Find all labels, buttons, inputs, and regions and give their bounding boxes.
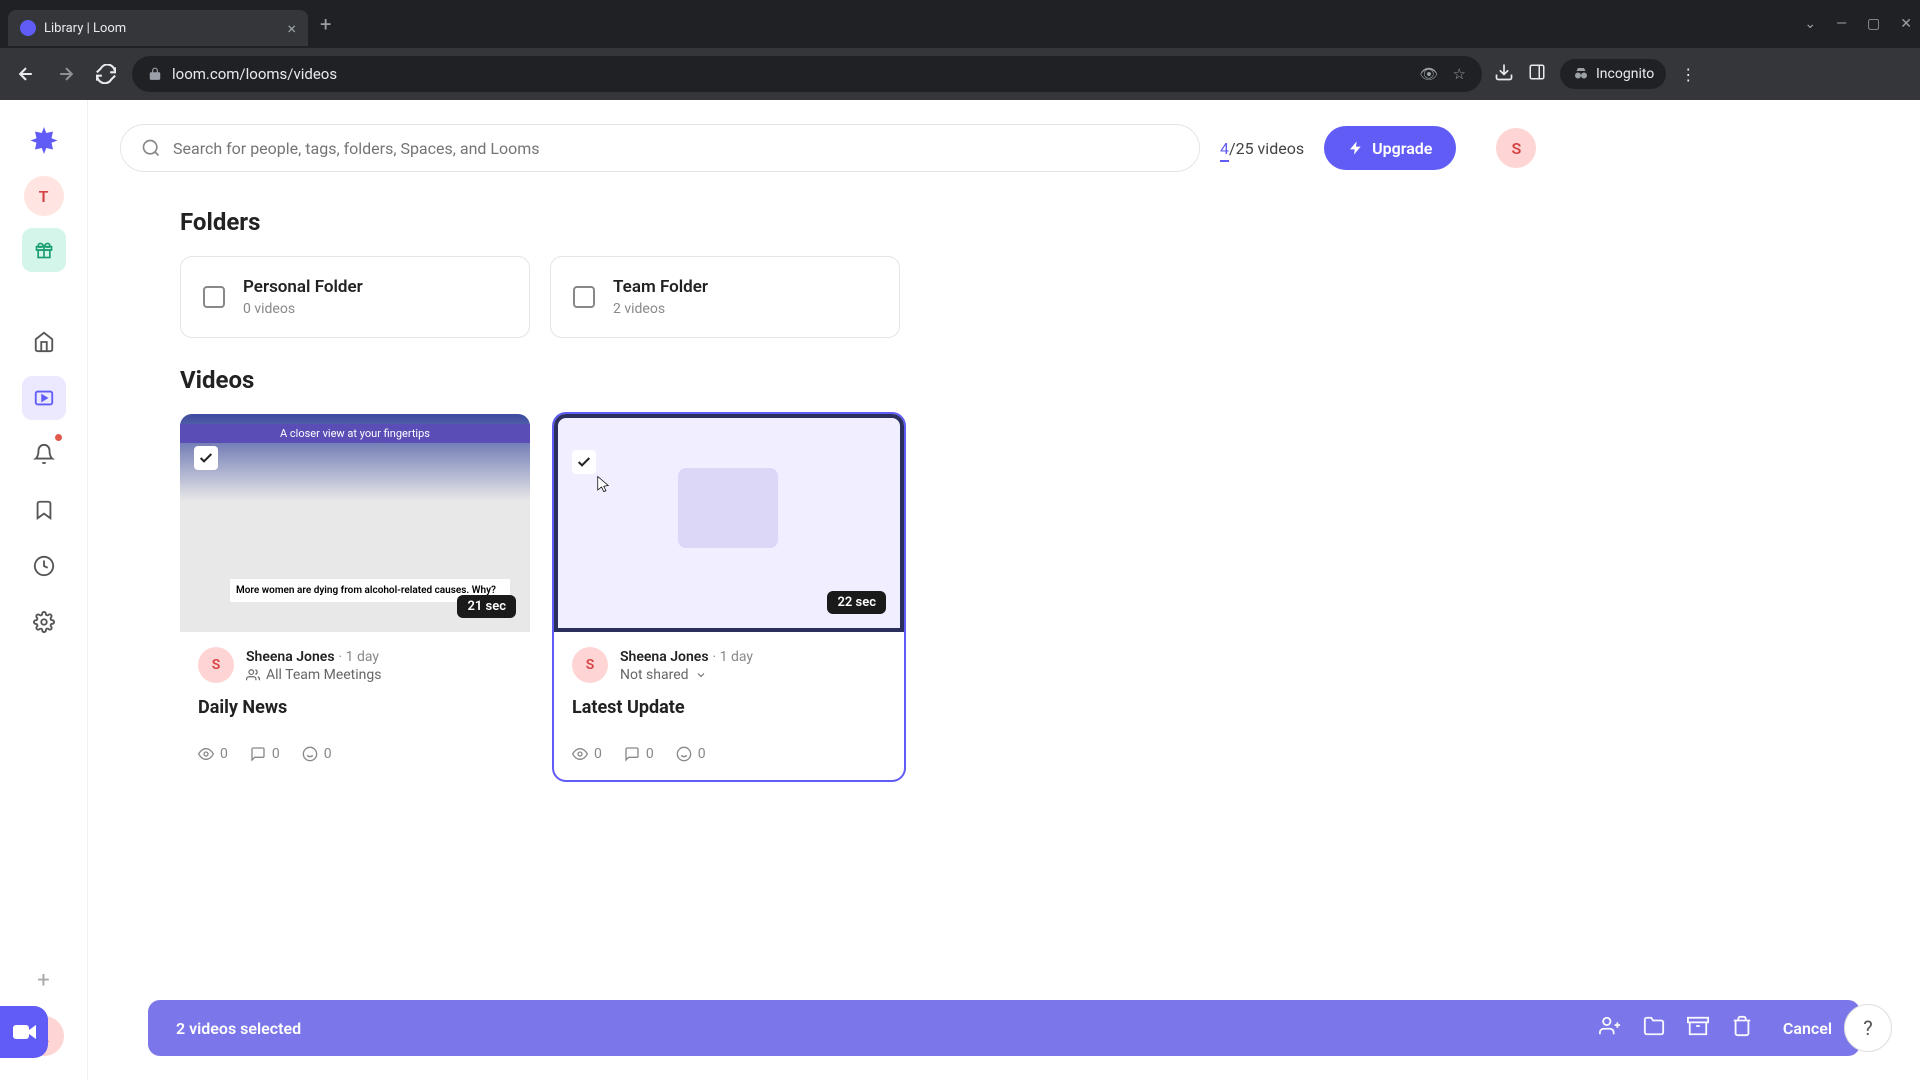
panel-icon[interactable] — [1528, 63, 1546, 85]
search-icon — [141, 138, 161, 158]
video-title: Daily News — [198, 697, 512, 718]
folder-video-count: 2 videos — [613, 301, 708, 317]
smile-icon — [676, 746, 692, 762]
author-avatar: S — [572, 647, 608, 683]
gift-icon[interactable] — [22, 228, 66, 272]
main-content: 4/25 videos Upgrade S Folders Personal F… — [88, 100, 1920, 1080]
tab-title: Library | Loom — [44, 21, 126, 36]
history-icon[interactable] — [22, 544, 66, 588]
loom-logo-icon[interactable] — [22, 120, 66, 164]
folder-checkbox[interactable] — [203, 286, 225, 308]
url-bar[interactable]: loom.com/looms/videos 👁 ☆ — [132, 56, 1482, 92]
author-name: Sheena Jones — [620, 649, 709, 665]
browser-tab-strip: Library | Loom × + ⌄ — ▢ ✕ — [0, 0, 1920, 48]
menu-icon[interactable]: ⋮ — [1680, 65, 1696, 84]
thumb-banner: A closer view at your fingertips — [180, 424, 530, 443]
author-name: Sheena Jones — [246, 649, 335, 665]
share-status[interactable]: Not shared — [620, 667, 753, 683]
lightning-icon — [1348, 140, 1364, 156]
eye-off-icon[interactable]: 👁 — [1420, 65, 1439, 83]
incognito-label: Incognito — [1596, 66, 1654, 82]
upgrade-button[interactable]: Upgrade — [1324, 126, 1456, 170]
minimize-icon[interactable]: — — [1836, 16, 1847, 32]
move-folder-icon[interactable] — [1643, 1015, 1665, 1041]
chevron-down-icon — [695, 669, 707, 681]
cancel-button[interactable]: Cancel — [1783, 1019, 1832, 1038]
folder-checkbox[interactable] — [573, 286, 595, 308]
left-sidebar: T + A — [0, 100, 88, 1080]
video-checkbox-checked[interactable] — [572, 450, 596, 474]
add-icon[interactable]: + — [22, 958, 66, 1002]
video-duration: 22 sec — [827, 591, 886, 614]
eye-icon — [572, 746, 588, 762]
forward-button[interactable] — [52, 60, 80, 88]
video-stats: 0 0 0 — [198, 746, 512, 762]
folder-name: Personal Folder — [243, 277, 363, 297]
cursor-icon — [594, 472, 612, 496]
browser-toolbar: loom.com/looms/videos 👁 ☆ Incognito ⋮ — [0, 48, 1920, 100]
thumb-illustration-icon — [678, 468, 778, 548]
lock-icon — [148, 67, 162, 81]
folder-card[interactable]: Team Folder 2 videos — [550, 256, 900, 338]
comment-icon — [624, 746, 640, 762]
video-thumbnail[interactable]: A closer view at your fingertips More wo… — [180, 414, 530, 632]
videos-heading: Videos — [120, 366, 1888, 394]
video-checkbox-checked[interactable] — [194, 446, 218, 470]
search-input[interactable] — [120, 124, 1200, 172]
workspace-avatar[interactable]: T — [24, 176, 64, 216]
folder-card[interactable]: Personal Folder 0 videos — [180, 256, 530, 338]
settings-icon[interactable] — [22, 600, 66, 644]
video-quota: 4/25 videos — [1220, 139, 1304, 158]
folder-name: Team Folder — [613, 277, 708, 297]
home-icon[interactable] — [22, 320, 66, 364]
people-icon — [246, 668, 260, 682]
browser-tab[interactable]: Library | Loom × — [8, 10, 308, 46]
video-card[interactable]: 22 sec S Sheena Jones · 1 day Not shared — [554, 414, 904, 780]
record-button[interactable] — [0, 1006, 48, 1058]
url-text: loom.com/looms/videos — [172, 65, 337, 83]
maximize-icon[interactable]: ▢ — [1867, 16, 1880, 32]
selection-toolbar: 2 videos selected Cancel — [148, 1000, 1860, 1056]
video-thumbnail[interactable]: 22 sec — [554, 414, 904, 632]
reload-button[interactable] — [92, 60, 120, 88]
video-stats: 0 0 0 — [572, 746, 886, 762]
new-tab-button[interactable]: + — [320, 12, 331, 36]
incognito-badge[interactable]: Incognito — [1560, 59, 1666, 89]
folders-heading: Folders — [120, 208, 1888, 236]
video-age: · 1 day — [713, 649, 754, 665]
video-title: Latest Update — [572, 697, 886, 718]
star-icon[interactable]: ☆ — [1453, 65, 1466, 83]
chevron-down-icon[interactable]: ⌄ — [1804, 16, 1816, 32]
window-controls: ⌄ — ▢ ✕ — [1804, 16, 1912, 32]
share-status[interactable]: All Team Meetings — [246, 667, 381, 683]
author-avatar: S — [198, 647, 234, 683]
selection-count: 2 videos selected — [176, 1019, 301, 1038]
video-age: · 1 day — [339, 649, 380, 665]
help-button[interactable]: ? — [1844, 1004, 1892, 1052]
smile-icon — [302, 746, 318, 762]
download-icon[interactable] — [1494, 62, 1514, 86]
video-duration: 21 sec — [457, 595, 516, 618]
notifications-icon[interactable] — [22, 432, 66, 476]
user-avatar[interactable]: S — [1496, 128, 1536, 168]
bookmark-icon[interactable] — [22, 488, 66, 532]
library-icon[interactable] — [22, 376, 66, 420]
share-users-icon[interactable] — [1599, 1015, 1621, 1041]
folder-video-count: 0 videos — [243, 301, 363, 317]
back-button[interactable] — [12, 60, 40, 88]
video-card[interactable]: A closer view at your fingertips More wo… — [180, 414, 530, 780]
tab-close-icon[interactable]: × — [287, 19, 296, 38]
archive-icon[interactable] — [1687, 1015, 1709, 1041]
tab-favicon-icon — [20, 20, 36, 36]
topbar: 4/25 videos Upgrade S — [120, 100, 1888, 180]
close-window-icon[interactable]: ✕ — [1900, 16, 1912, 32]
comment-icon — [250, 746, 266, 762]
eye-icon — [198, 746, 214, 762]
incognito-icon — [1572, 65, 1590, 83]
delete-icon[interactable] — [1731, 1015, 1753, 1041]
